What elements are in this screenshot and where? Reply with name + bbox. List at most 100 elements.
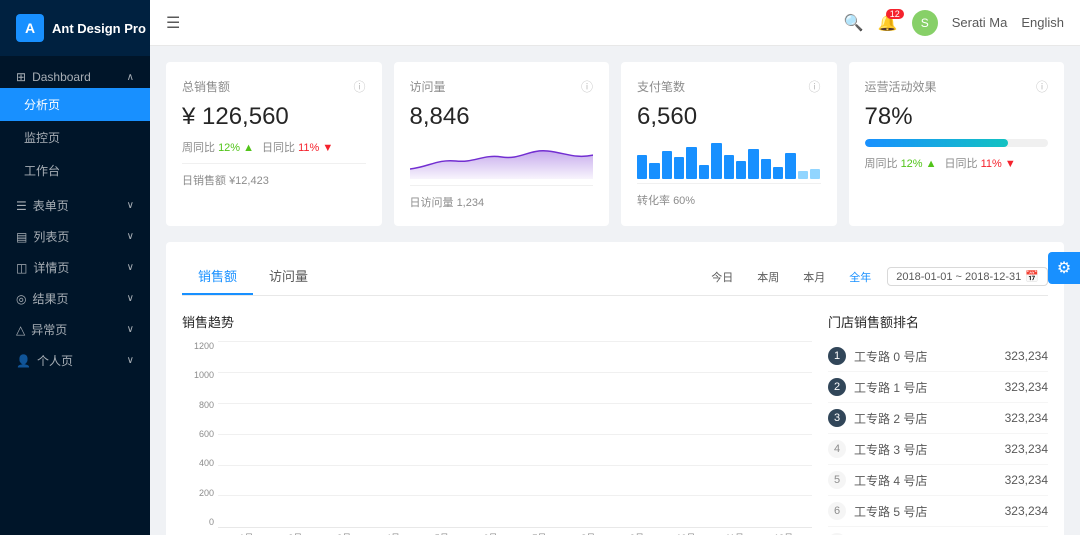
- rank-value-6: 323,234: [1005, 504, 1048, 518]
- nav-group-dashboard-label: Dashboard: [32, 70, 91, 84]
- y-label-200: 200: [199, 488, 214, 498]
- language-button[interactable]: English: [1021, 15, 1064, 30]
- ranking-item-7: 7 工专路 6 号店 323,234: [828, 527, 1048, 535]
- visits-sparkline: [410, 139, 594, 179]
- calendar-icon: 📅: [1025, 270, 1039, 283]
- nav-group-results[interactable]: ◎ 结果页 ∨: [0, 280, 150, 311]
- mini-bar-6: [699, 165, 709, 179]
- campaign-title: 运营活动效果 ⓘ: [865, 78, 1049, 95]
- nav-group-lists-label: 列表页: [33, 228, 69, 245]
- tab-sales[interactable]: 销售额: [182, 258, 253, 295]
- x-label-oct: 10月: [661, 531, 710, 535]
- topbar: ☰ 🔍 🔔 12 S Serati Ma English: [150, 0, 1080, 46]
- sidebar: A Ant Design Pro ⊞ Dashboard ∧ 分析页 监控页 工…: [0, 0, 150, 535]
- search-icon[interactable]: 🔍: [844, 13, 864, 33]
- stat-card-visits: 访问量 ⓘ 8,846: [394, 62, 610, 226]
- monitor-label: 监控页: [24, 129, 60, 146]
- mini-bar-2: [649, 163, 659, 179]
- rank-num-5: 5: [828, 471, 846, 489]
- bell-icon[interactable]: 🔔 12: [878, 13, 898, 33]
- date-btn-month[interactable]: 本月: [795, 266, 833, 288]
- nav-group-details-label: 详情页: [33, 259, 69, 276]
- payments-mini-bars: [637, 139, 821, 179]
- rank-value-2: 323,234: [1005, 380, 1048, 394]
- nav-group-profile[interactable]: 👤 个人页 ∨: [0, 342, 150, 373]
- topbar-right: 🔍 🔔 12 S Serati Ma English: [844, 10, 1064, 36]
- nav-group-details[interactable]: ◫ 详情页 ∨: [0, 249, 150, 280]
- sidebar-item-analytics[interactable]: 分析页: [0, 88, 150, 121]
- date-btn-week[interactable]: 本周: [749, 266, 787, 288]
- campaign-info-icon[interactable]: ⓘ: [1036, 78, 1048, 95]
- chart-section: 销售额 访问量 今日 本周 本月 全年 2018-01-01 ~ 2018-12…: [166, 242, 1064, 535]
- nav-group-forms[interactable]: ☰ 表单页 ∨: [0, 187, 150, 218]
- x-label-feb: 2月: [271, 531, 320, 535]
- dashboard-icon: ⊞: [16, 70, 26, 84]
- profile-arrow-icon: ∨: [127, 355, 134, 366]
- bars-row: [218, 341, 812, 527]
- mini-bar-3: [662, 151, 672, 179]
- nav-group-forms-label: 表单页: [33, 197, 69, 214]
- ranking-item-5: 5 工专路 4 号店 323,234: [828, 465, 1048, 496]
- date-btn-year[interactable]: 全年: [841, 266, 879, 288]
- avatar: S: [912, 10, 938, 36]
- campaign-trend: 周同比 12% ▲ 日同比 11% ▼: [865, 155, 1049, 171]
- campaign-progress-bar: [865, 139, 1049, 147]
- tab-visits[interactable]: 访问量: [253, 258, 324, 295]
- results-icon: ◎: [16, 292, 26, 306]
- mini-bar-8: [724, 155, 734, 179]
- x-label-may: 5月: [417, 531, 466, 535]
- visits-footer: 日访问量 1,234: [410, 185, 594, 210]
- visits-title: 访问量 ⓘ: [410, 78, 594, 95]
- payments-title: 支付笔数 ⓘ: [637, 78, 821, 95]
- mini-bar-5: [686, 147, 696, 179]
- stat-card-payments: 支付笔数 ⓘ 6,560: [621, 62, 837, 226]
- sidebar-item-workspace[interactable]: 工作台: [0, 154, 150, 187]
- nav-group-dashboard[interactable]: ⊞ Dashboard ∧: [0, 60, 150, 88]
- chart-body: 销售趋势 1200 1000 800 600 400 200 0: [182, 312, 1048, 535]
- logo-icon: A: [16, 14, 44, 42]
- total-sales-trend: 周同比 12% ▲ 日同比 11% ▼: [182, 139, 366, 155]
- nav-group-results-label: 结果页: [32, 290, 68, 307]
- bar-chart-area: 1月 2月 3月 4月 5月 6月 7月 8月 9月 10月 11月: [218, 341, 812, 535]
- mini-bar-9: [736, 161, 746, 179]
- visits-value: 8,846: [410, 103, 594, 131]
- chart-title: 销售趋势: [182, 312, 812, 331]
- ranking-list: 1 工专路 0 号店 323,234 2 工专路 1 号店 323,234 3 …: [828, 341, 1048, 535]
- total-sales-title: 总销售额 ⓘ: [182, 78, 366, 95]
- settings-gear-button[interactable]: ⚙: [1048, 252, 1080, 284]
- payments-footer: 转化率 60%: [637, 183, 821, 208]
- user-name[interactable]: Serati Ma: [952, 15, 1008, 30]
- forms-arrow-icon: ∨: [127, 200, 134, 211]
- y-label-1000: 1000: [194, 370, 214, 380]
- stat-card-campaign: 运营活动效果 ⓘ 78% 周同比 12% ▲ 日同比 11% ▼: [849, 62, 1065, 226]
- sidebar-logo: A Ant Design Pro: [0, 0, 150, 56]
- rank-value-5: 323,234: [1005, 473, 1048, 487]
- nav-group-lists[interactable]: ▤ 列表页 ∨: [0, 218, 150, 249]
- date-range-picker[interactable]: 2018-01-01 ~ 2018-12-31 📅: [887, 267, 1048, 286]
- x-label-jun: 6月: [466, 531, 515, 535]
- x-label-aug: 8月: [564, 531, 613, 535]
- payments-info-icon[interactable]: ⓘ: [808, 78, 820, 95]
- ranking-item-3: 3 工专路 2 号店 323,234: [828, 403, 1048, 434]
- lists-arrow-icon: ∨: [127, 231, 134, 242]
- rank-name-4: 工专路 3 号店: [854, 441, 997, 458]
- stat-cards-grid: 总销售额 ⓘ ¥ 126,560 周同比 12% ▲ 日同比 11% ▼ 日销售…: [166, 62, 1064, 226]
- payments-value: 6,560: [637, 103, 821, 131]
- x-label-mar: 3月: [320, 531, 369, 535]
- ranking-title: 门店销售额排名: [828, 312, 1048, 331]
- main-area: ☰ 🔍 🔔 12 S Serati Ma English 总销售额 ⓘ ¥ 12…: [150, 0, 1080, 535]
- visits-info-icon[interactable]: ⓘ: [581, 78, 593, 95]
- nav-group-errors[interactable]: △ 异常页 ∨: [0, 311, 150, 342]
- ranking-panel: 门店销售额排名 1 工专路 0 号店 323,234 2 工专路 1 号店 32…: [828, 312, 1048, 535]
- total-sales-info-icon[interactable]: ⓘ: [353, 78, 365, 95]
- y-label-0: 0: [209, 517, 214, 527]
- rank-value-3: 323,234: [1005, 411, 1048, 425]
- sidebar-item-monitor[interactable]: 监控页: [0, 121, 150, 154]
- dashboard-arrow-icon: ∧: [127, 72, 134, 83]
- date-btn-today[interactable]: 今日: [703, 266, 741, 288]
- mini-bar-4: [674, 157, 684, 179]
- campaign-value: 78%: [865, 103, 1049, 131]
- menu-toggle-icon[interactable]: ☰: [166, 13, 180, 33]
- profile-icon: 👤: [16, 354, 31, 368]
- lists-icon: ▤: [16, 230, 27, 244]
